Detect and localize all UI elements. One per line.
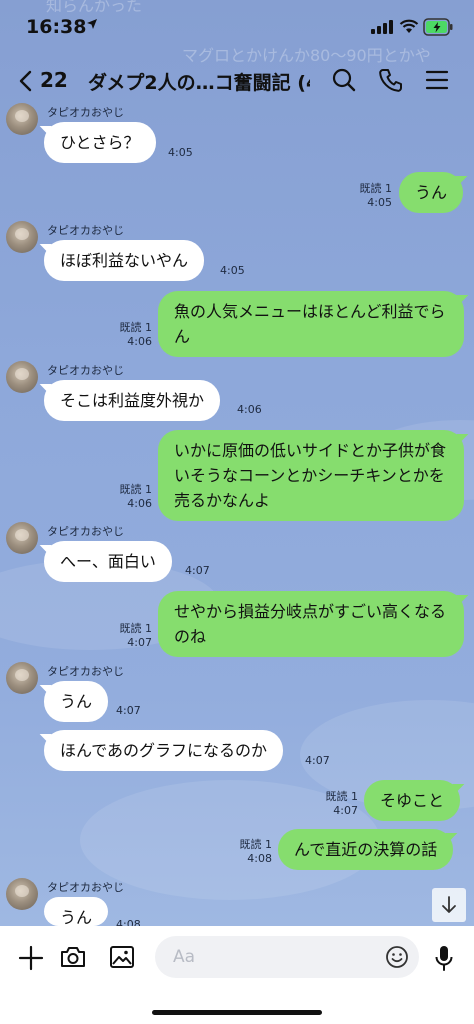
read-receipt: 既読 1 bbox=[119, 622, 153, 635]
avatar[interactable] bbox=[6, 103, 38, 135]
message-bubble-incoming[interactable]: うん bbox=[44, 681, 109, 722]
message-time: 4:05 bbox=[220, 264, 245, 277]
message-time: 4:08 bbox=[116, 918, 141, 926]
read-receipt: 既読 1 bbox=[325, 790, 359, 803]
message-time: 4:07 bbox=[127, 636, 152, 649]
sender-name: タピオカおやじ bbox=[47, 364, 124, 377]
phone-icon[interactable] bbox=[378, 67, 404, 93]
read-receipt: 既読 1 bbox=[119, 321, 153, 334]
image-icon[interactable] bbox=[109, 945, 135, 969]
message-time: 4:07 bbox=[185, 564, 210, 577]
scroll-to-bottom-button[interactable] bbox=[432, 888, 466, 922]
sender-name: タピオカおやじ bbox=[47, 881, 124, 894]
chat-header: 22 ダメプ2人の…コ奮闘記 (4) bbox=[0, 56, 474, 106]
camera-icon[interactable] bbox=[60, 945, 86, 969]
message-bubble-outgoing[interactable]: せやから損益分岐点がすごい高くなるのね bbox=[158, 591, 464, 657]
back-chevron-icon[interactable] bbox=[18, 70, 32, 92]
avatar[interactable] bbox=[6, 221, 38, 253]
message-bubble-incoming[interactable]: うん bbox=[44, 897, 109, 926]
emoji-icon[interactable] bbox=[385, 945, 409, 969]
battery-icon bbox=[423, 18, 453, 36]
mic-icon[interactable] bbox=[434, 944, 454, 972]
message-time: 4:06 bbox=[127, 497, 152, 510]
unread-count[interactable]: 22 bbox=[40, 68, 68, 92]
menu-icon[interactable] bbox=[425, 70, 449, 90]
read-receipt: 既読 1 bbox=[119, 483, 153, 496]
message-bubble-incoming[interactable]: ほんであのグラフになるのか bbox=[44, 730, 284, 771]
message-time: 4:06 bbox=[237, 403, 262, 416]
message-bubble-incoming[interactable]: ひとさら？ bbox=[44, 122, 156, 163]
message-time: 4:07 bbox=[116, 704, 141, 717]
avatar[interactable] bbox=[6, 522, 38, 554]
sender-name: タピオカおやじ bbox=[47, 665, 124, 678]
message-bubble-outgoing[interactable]: そゆこと bbox=[364, 780, 461, 821]
sender-name: タピオカおやじ bbox=[47, 224, 124, 237]
signal-icon bbox=[371, 20, 393, 34]
status-time: 16:38 bbox=[26, 16, 87, 38]
plus-icon[interactable] bbox=[18, 945, 44, 971]
arrow-down-icon bbox=[442, 896, 456, 913]
message-time: 4:08 bbox=[247, 852, 272, 865]
sender-name: タピオカおやじ bbox=[47, 525, 124, 538]
read-receipt: 既読 1 bbox=[359, 182, 393, 195]
message-time: 4:05 bbox=[367, 196, 392, 209]
search-icon[interactable] bbox=[331, 67, 357, 93]
sender-name: タピオカおやじ bbox=[47, 106, 124, 119]
home-indicator bbox=[152, 1010, 322, 1015]
message-bubble-outgoing[interactable]: うん bbox=[399, 172, 464, 213]
read-receipt: 既読 1 bbox=[239, 838, 273, 851]
avatar[interactable] bbox=[6, 662, 38, 694]
message-bubble-incoming[interactable]: ほぼ利益ないやん bbox=[44, 240, 205, 281]
wifi-icon bbox=[399, 19, 419, 33]
message-bubble-incoming[interactable]: そこは利益度外視か bbox=[44, 380, 221, 421]
status-bar: 16:38 bbox=[0, 0, 474, 56]
avatar[interactable] bbox=[6, 361, 38, 393]
message-time: 4:06 bbox=[127, 335, 152, 348]
message-input[interactable] bbox=[155, 936, 419, 978]
message-input-bar bbox=[0, 926, 474, 1024]
message-time: 4:05 bbox=[168, 146, 193, 159]
message-time: 4:07 bbox=[305, 754, 330, 767]
chat-title[interactable]: ダメプ2人の…コ奮闘記 (4) bbox=[88, 68, 310, 95]
message-bubble-outgoing[interactable]: んで直近の決算の話 bbox=[278, 829, 454, 870]
message-bubble-incoming[interactable]: へー、面白い bbox=[44, 541, 172, 582]
avatar[interactable] bbox=[6, 878, 38, 910]
message-bubble-outgoing[interactable]: いかに原価の低いサイドとか子供が食いそうなコーンとかシーチキンとかを売るかなんよ bbox=[158, 430, 464, 521]
message-time: 4:07 bbox=[333, 804, 358, 817]
message-bubble-outgoing[interactable]: 魚の人気メニューはほとんど利益でらん bbox=[158, 291, 464, 357]
location-arrow-icon bbox=[87, 19, 97, 29]
